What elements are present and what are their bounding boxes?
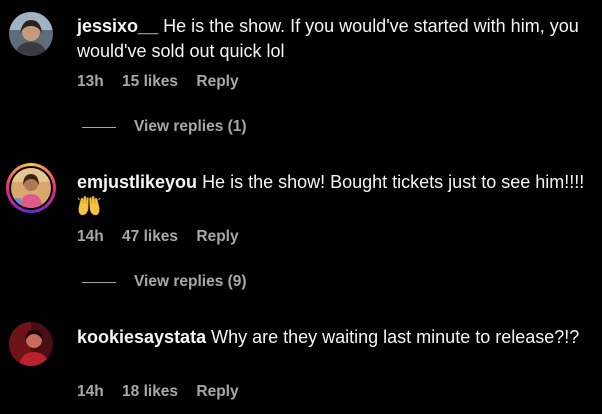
view-replies-button[interactable]: View replies (1): [82, 118, 247, 136]
comment-text: jessixo__ He is the show. If you would'v…: [77, 14, 597, 64]
comment-meta: 14h 18 likes Reply: [77, 383, 253, 401]
comment-likes[interactable]: 15 likes: [122, 73, 178, 90]
avatar: [11, 168, 51, 208]
view-replies-label: View replies (9): [134, 273, 247, 290]
view-replies-label: View replies (1): [134, 118, 247, 135]
raised-hands-icon: [77, 195, 101, 224]
view-replies-button[interactable]: View replies (9): [82, 273, 247, 291]
reply-button[interactable]: Reply: [196, 228, 238, 245]
comment-username[interactable]: jessixo__: [77, 16, 158, 36]
comment-time: 14h: [77, 383, 104, 400]
comment-time: 13h: [77, 73, 104, 90]
profile-photo: [11, 168, 51, 208]
reply-button[interactable]: Reply: [196, 383, 238, 400]
comment-meta: 13h 15 likes Reply: [77, 73, 253, 91]
comment-body: He is the show! Bought tickets just to s…: [202, 172, 585, 192]
comment-body: Why are they waiting last minute to rele…: [211, 327, 580, 347]
comment-username[interactable]: emjustlikeyou: [77, 172, 197, 192]
avatar[interactable]: [9, 322, 53, 366]
comment-time: 14h: [77, 228, 104, 245]
replies-divider-line: [82, 281, 116, 283]
comment-text: kookiesaystata Why are they waiting last…: [77, 325, 597, 350]
avatar-story-ring[interactable]: [6, 163, 56, 213]
comment-text: emjustlikeyou He is the show! Bought tic…: [77, 170, 597, 224]
profile-photo: [9, 12, 53, 56]
comment-likes[interactable]: 47 likes: [122, 228, 178, 245]
comment-meta: 14h 47 likes Reply: [77, 228, 253, 246]
reply-button[interactable]: Reply: [196, 73, 238, 90]
avatar[interactable]: [9, 12, 53, 56]
profile-photo: [9, 322, 53, 366]
comment-likes[interactable]: 18 likes: [122, 383, 178, 400]
replies-divider-line: [82, 126, 116, 128]
comment-username[interactable]: kookiesaystata: [77, 327, 206, 347]
